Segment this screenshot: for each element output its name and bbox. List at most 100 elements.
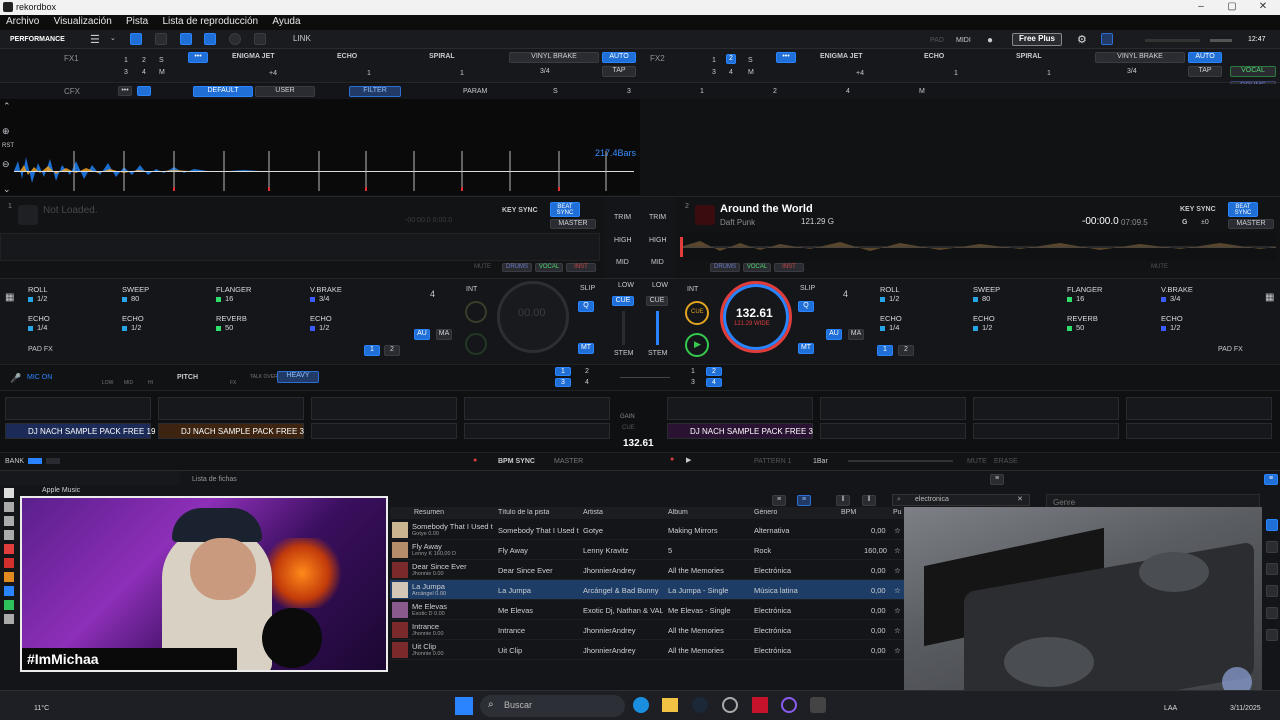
fx1-beat-3[interactable]: 3 <box>124 69 128 76</box>
zoom-in-icon[interactable]: ⊕ <box>2 126 10 137</box>
sidebar-icon-j[interactable] <box>4 614 14 624</box>
fx2-beat-3[interactable]: 3 <box>712 69 716 76</box>
deck2-beat[interactable]: 4 <box>843 289 848 299</box>
rekordbox-taskbar-icon[interactable] <box>810 697 826 713</box>
windows-start-icon[interactable] <box>455 697 473 715</box>
sidebar-icon-c[interactable] <box>4 516 14 526</box>
record-button[interactable] <box>229 33 241 45</box>
fx1-beat-m[interactable]: M <box>159 69 165 76</box>
grid-button[interactable] <box>180 33 192 45</box>
menu-pista[interactable]: Pista <box>120 15 154 27</box>
fx2-effect-1[interactable]: ENIGMA JET <box>820 53 863 60</box>
pad-left-1[interactable]: ROLL 1/2 <box>28 285 48 303</box>
sidebar-icon-f[interactable] <box>4 558 14 568</box>
fx1-more-button[interactable]: ••• <box>188 52 208 63</box>
pause-icon[interactable]: ‖ <box>862 495 876 506</box>
app-icon[interactable] <box>722 697 738 713</box>
sampler-cue[interactable]: CUE <box>622 425 635 431</box>
record-icon[interactable]: ● <box>670 456 674 463</box>
explorer-icon[interactable] <box>662 698 678 712</box>
star-icon[interactable]: ☆ <box>894 606 901 615</box>
sampler-slot-13[interactable]: DJ NACH SAMPLE PACK FREE 3 <box>667 423 813 439</box>
language-indicator[interactable]: LAA <box>1164 705 1177 712</box>
sampler-deck-2b[interactable]: 2 <box>706 367 722 376</box>
mixer-cue-2[interactable]: CUE <box>646 296 668 306</box>
cfx-param-2[interactable]: 2 <box>773 88 777 95</box>
deck2-mt[interactable]: MT <box>798 343 814 354</box>
sidebar-icon-4[interactable] <box>1266 585 1278 597</box>
sidebar-icon-i[interactable] <box>4 600 14 610</box>
sampler-slot-1[interactable] <box>5 397 151 420</box>
close-icon[interactable]: ✕ <box>1248 0 1278 15</box>
sampler-button[interactable] <box>254 33 266 45</box>
cfx-param-1[interactable]: 1 <box>700 88 704 95</box>
midi-button[interactable]: MIDI <box>956 37 971 44</box>
deck2-quantize[interactable]: Q <box>798 301 814 312</box>
menu-visualizacion[interactable]: Visualización <box>48 15 118 27</box>
monitor-icon[interactable] <box>1101 33 1113 45</box>
sampler-deck-1b[interactable]: 1 <box>691 368 695 375</box>
table-row[interactable]: Me Elevas Exotic D 0.00 Me Elevas Exotic… <box>390 600 905 620</box>
cfx-param-s[interactable]: S <box>553 88 558 95</box>
sidebar-icon-a[interactable] <box>4 488 14 498</box>
mixer-stem-1[interactable]: STEM <box>614 350 633 357</box>
deck2-auto[interactable]: AU <box>826 329 842 340</box>
taskbar-search[interactable]: ⌕ Buscar <box>480 695 625 717</box>
browser-toggle-icon[interactable]: ≡ <box>1264 474 1278 485</box>
deck2-ma[interactable]: MA <box>848 329 864 340</box>
weather-temp[interactable]: 11°C <box>34 705 49 712</box>
col-title[interactable]: Título de la pista <box>498 509 549 516</box>
menu-lista[interactable]: Lista de reproducción <box>156 15 264 27</box>
cfx-param-4[interactable]: 4 <box>846 88 850 95</box>
deck2-master[interactable]: MASTER <box>1228 219 1274 229</box>
bank-1[interactable] <box>28 458 42 464</box>
app-icon-red[interactable] <box>752 697 768 713</box>
crossfader[interactable] <box>620 377 670 378</box>
sidebar-icon-b[interactable] <box>4 502 14 512</box>
pad-page-2-right[interactable]: 2 <box>898 345 914 356</box>
fx1-vinyl-brake[interactable]: VINYL BRAKE <box>509 52 599 63</box>
sidebar-icon-d[interactable] <box>4 530 14 540</box>
deck1-drums[interactable]: DRUMS <box>502 263 532 272</box>
pad-page-2-left[interactable]: 2 <box>384 345 400 356</box>
chevron-up-icon[interactable]: ⌃ <box>3 101 11 112</box>
col-genre[interactable]: Género <box>754 509 777 516</box>
cfx-default-button[interactable]: DEFAULT <box>193 86 253 97</box>
pad-right-2[interactable]: SWEEP 80 <box>973 285 1000 303</box>
star-icon[interactable]: ☆ <box>894 626 901 635</box>
sampler-slot-6[interactable] <box>820 397 966 420</box>
pad-left-7[interactable]: REVERB 50 <box>216 314 247 332</box>
sampler-slot-11[interactable] <box>311 423 457 439</box>
pad-left-6[interactable]: ECHO 1/2 <box>122 314 144 332</box>
pad-right-7[interactable]: REVERB 50 <box>1067 314 1098 332</box>
fx2-beat-1[interactable]: 1 <box>712 57 716 64</box>
table-row[interactable]: Fly Away Lenny K 160,00 D Fly Away Lenny… <box>390 540 905 560</box>
sidebar-icon-6[interactable] <box>1266 629 1278 641</box>
mic-heavy-button[interactable]: HEAVY <box>277 371 319 383</box>
table-row[interactable]: Intrance Jhonnie 0.00 Intrance JhonnierA… <box>390 620 905 640</box>
waveform-overview[interactable]: ⌃ ⊕ RST ⊖ 217.4Bars ⌄ <box>0 99 640 195</box>
fichas-list[interactable]: Lista de fichas <box>192 476 237 483</box>
fx2-beat-m[interactable]: M <box>748 69 754 76</box>
sidebar-icon-1[interactable] <box>1266 519 1278 531</box>
col-artist[interactable]: Artista <box>583 509 603 516</box>
table-row-selected[interactable]: La Jumpa Arcángel 0.00 La Jumpa Arcángel… <box>390 580 905 600</box>
deck1-beat-sync[interactable]: BEAT SYNC <box>550 202 580 217</box>
fx2-auto-button[interactable]: AUTO <box>1188 52 1222 63</box>
star-icon[interactable]: ☆ <box>894 646 901 655</box>
cfx-on-button[interactable] <box>137 86 151 96</box>
fx2-beat-4[interactable]: 4 <box>729 69 733 76</box>
sampler-deck-2[interactable]: 2 <box>585 368 589 375</box>
obs-icon[interactable] <box>781 697 797 713</box>
layout-icon[interactable]: ☰ <box>90 33 100 46</box>
search-input[interactable]: ⌕ electronica ✕ <box>892 494 1030 506</box>
sidebar-icon-h[interactable] <box>4 586 14 596</box>
mixer-cue-1[interactable]: CUE <box>612 296 634 306</box>
deck1-master[interactable]: MASTER <box>550 219 596 229</box>
star-icon[interactable]: ☆ <box>894 526 901 535</box>
fx2-beat-2[interactable]: 2 <box>726 54 736 64</box>
deck1-auto[interactable]: AU <box>414 329 430 340</box>
deck2-drums[interactable]: DRUMS <box>710 263 740 272</box>
channel-fader-2[interactable] <box>656 311 659 345</box>
fx1-beat-s[interactable]: S <box>159 57 164 64</box>
